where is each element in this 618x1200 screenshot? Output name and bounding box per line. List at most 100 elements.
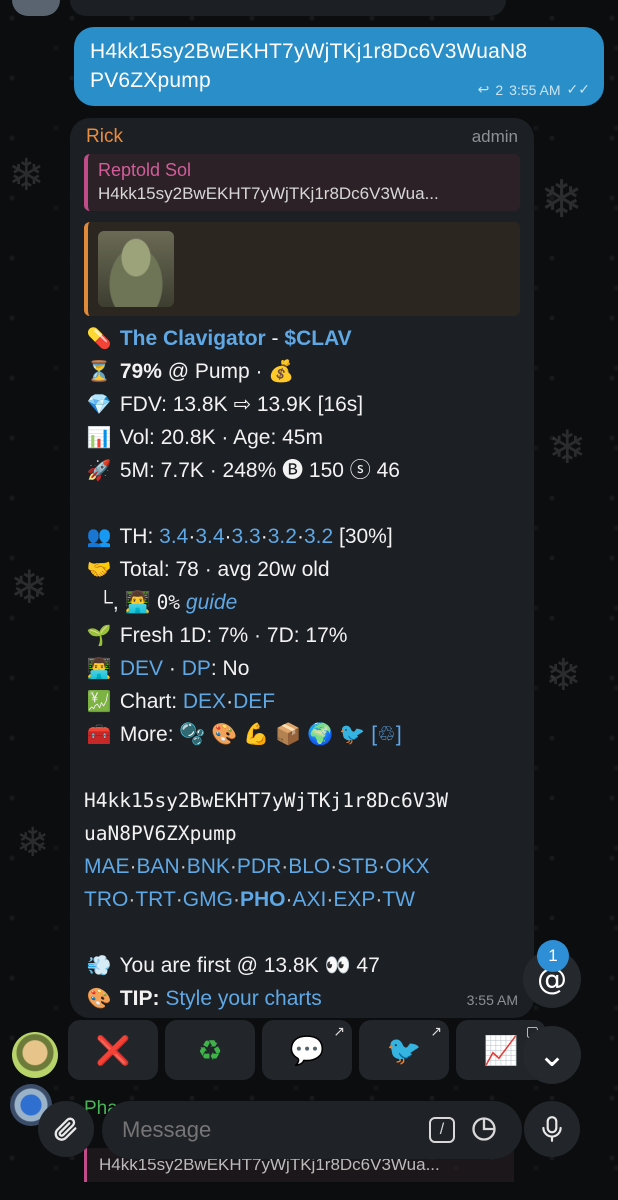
platform-link[interactable]: TW xyxy=(382,888,415,911)
top-holders-line: 👥 TH: 3.4·3.4·3.3·3.2·3.2 [30%] xyxy=(84,520,524,553)
platform-link[interactable]: BAN xyxy=(137,855,180,878)
holder-link[interactable]: 3.4 xyxy=(159,525,188,548)
seedling-icon: 🌱 xyxy=(86,623,112,647)
inline-keyboard-button[interactable]: ♻ xyxy=(165,1020,255,1080)
progress-text: @ Pump · xyxy=(161,360,269,383)
guide-link[interactable]: guide xyxy=(186,591,237,614)
contract-address-line[interactable]: H4kk15sy2BwEKHT7yWjTKj1r8Dc6V3W xyxy=(84,784,524,817)
snowflake-icon: ❄ xyxy=(10,560,49,614)
dash-icon: 💨 xyxy=(86,953,112,977)
message-input[interactable] xyxy=(102,1101,522,1159)
sender-name[interactable]: Rick xyxy=(86,126,123,148)
progress-line: ⏳ 79% @ Pump · 💰 xyxy=(84,355,524,388)
inline-keyboard-button[interactable]: ❌ xyxy=(68,1020,158,1080)
total-holders-line: 🤝 Total: 78 · avg 20w old xyxy=(84,553,524,586)
platform-links-row: TRO·TRT·GMG·PHO·AXI·EXP·TW xyxy=(84,883,524,916)
toolbox-icon: 🧰 xyxy=(86,722,112,746)
more-icons-links[interactable]: 🫧 🎨 💪 📦 🌍 🐦 [♲] xyxy=(179,723,401,746)
message-time: 3:55 AM xyxy=(466,992,518,1008)
five-minute-line: 🚀 5M: 7.7K · 248% 🅑 150 ⓢ 46 xyxy=(84,454,524,487)
previous-message-bubble xyxy=(70,0,506,16)
outgoing-message[interactable]: H4kk15sy2BwEKHT7yWjTKj1r8Dc6V3WuaN8 PV6Z… xyxy=(74,27,604,106)
token-ticker-link[interactable]: $CLAV xyxy=(284,327,351,350)
holder-link[interactable]: 3.2 xyxy=(268,525,297,548)
chat-bubble-icon: 💬 xyxy=(289,1033,325,1067)
chart-yen-icon: 💹 xyxy=(86,689,112,713)
platform-link[interactable]: AXI xyxy=(292,888,326,911)
platform-link[interactable]: GMG xyxy=(183,888,233,911)
platform-link[interactable]: PDR xyxy=(237,855,281,878)
paperclip-icon[interactable] xyxy=(38,1101,94,1157)
inline-keyboard-button[interactable]: 💬 ↗ xyxy=(262,1020,352,1080)
link-preview[interactable] xyxy=(84,222,520,316)
bird-icon: 🐦 xyxy=(386,1033,422,1067)
handshake-icon: 🤝 xyxy=(86,557,112,581)
fdv-line: 💎 FDV: 13.8K ⇨ 13.9K [16s] xyxy=(84,388,524,421)
fresh-line: 🌱 Fresh 1D: 7% · 7D: 17% xyxy=(84,619,524,652)
inline-keyboard-button[interactable]: 🐦 ↗ xyxy=(359,1020,449,1080)
guide-percent: 0% xyxy=(156,591,181,614)
double-check-icon: ✓✓ xyxy=(566,81,590,97)
scroll-down-button[interactable]: ⌄ xyxy=(523,1026,581,1084)
contract-address-line[interactable]: uaN8PV6ZXpump xyxy=(84,817,524,850)
holder-link[interactable]: 3.3 xyxy=(232,525,261,548)
preview-thumbnail[interactable] xyxy=(98,231,174,307)
platform-link[interactable]: BNK xyxy=(187,855,230,878)
message-meta: ↩ 2 3:55 AM ✓✓ xyxy=(478,81,590,98)
progress-percent: 79% xyxy=(119,360,162,383)
snowflake-icon: ❄ xyxy=(16,820,50,866)
fdv-text: FDV: 13.8K ⇨ 13.9K [16s] xyxy=(119,393,364,416)
link-separator: · xyxy=(175,888,183,911)
sticker-icon[interactable] xyxy=(470,1115,498,1143)
dp-link[interactable]: DP xyxy=(182,657,211,680)
cancel-icon: ❌ xyxy=(95,1033,131,1067)
first-caller-line: 💨 You are first @ 13.8K 👀 47 xyxy=(84,949,524,982)
platform-link[interactable]: STB xyxy=(337,855,378,878)
dex-link[interactable]: DEX xyxy=(183,690,226,713)
incoming-message[interactable]: Rick admin Reptold Sol H4kk15sy2BwEKHT7y… xyxy=(70,118,534,1018)
message-time: 3:55 AM xyxy=(509,81,561,98)
guide-line: └, 👨‍💻 0% guide xyxy=(84,586,524,619)
tip-link[interactable]: Style your charts xyxy=(165,987,321,1010)
mention-count-badge: 1 xyxy=(537,940,569,972)
snowflake-icon: ❄ xyxy=(548,420,587,474)
def-link[interactable]: DEF xyxy=(233,690,275,713)
microphone-icon[interactable] xyxy=(524,1101,580,1157)
recycle-icon: ♻ xyxy=(197,1033,223,1067)
platform-links-row: MAE·BAN·BNK·PDR·BLO·STB·OKX xyxy=(84,850,524,883)
platform-link[interactable]: BLO xyxy=(288,855,330,878)
tip-line: 🎨 TIP: Style your charts xyxy=(84,982,524,1015)
tip-label: TIP: xyxy=(119,987,166,1010)
volume-line: 📊 Vol: 20.8K · Age: 45m xyxy=(84,421,524,454)
token-name-link[interactable]: The Clavigator xyxy=(120,327,266,350)
reply-quote[interactable]: Reptold Sol H4kk15sy2BwEKHT7yWjTKj1r8Dc6… xyxy=(84,154,520,211)
platform-link[interactable]: PHO xyxy=(240,888,286,911)
inline-keyboard: ❌♻💬↗🐦↗📈▢ xyxy=(68,1020,552,1080)
fresh-text: Fresh 1D: 7% · 7D: 17% xyxy=(119,624,348,647)
top-holders-percent: [30%] xyxy=(333,525,393,548)
money-bag-icon: 💰 xyxy=(268,360,295,383)
chart-label: Chart: xyxy=(119,690,183,713)
platform-link[interactable]: TRO xyxy=(84,888,128,911)
slash-command-icon[interactable]: / xyxy=(429,1117,455,1143)
platform-link[interactable]: MAE xyxy=(84,855,130,878)
dev-link[interactable]: DEV xyxy=(120,657,163,680)
holder-link[interactable]: 3.4 xyxy=(195,525,224,548)
holder-link[interactable]: 3.2 xyxy=(304,525,333,548)
reply-count: 2 xyxy=(495,81,504,98)
link-separator: · xyxy=(232,888,240,911)
title-separator: - xyxy=(265,327,285,350)
message-composer: / xyxy=(38,1093,604,1169)
hourglass-icon: ⏳ xyxy=(86,359,112,383)
user-avatar[interactable] xyxy=(12,1032,58,1078)
total-holders-text: Total: 78 · avg 20w old xyxy=(119,558,330,581)
link-separator: · xyxy=(179,855,187,878)
message-body: 💊 The Clavigator - $CLAV ⏳ 79% @ Pump · … xyxy=(84,322,524,1015)
diamond-icon: 💎 xyxy=(86,392,112,416)
link-separator: · xyxy=(129,855,137,878)
platform-link[interactable]: OKX xyxy=(385,855,429,878)
more-label: More: xyxy=(119,723,180,746)
rocket-icon: 🚀 xyxy=(86,458,112,482)
platform-link[interactable]: TRT xyxy=(135,888,175,911)
platform-link[interactable]: EXP xyxy=(333,888,375,911)
